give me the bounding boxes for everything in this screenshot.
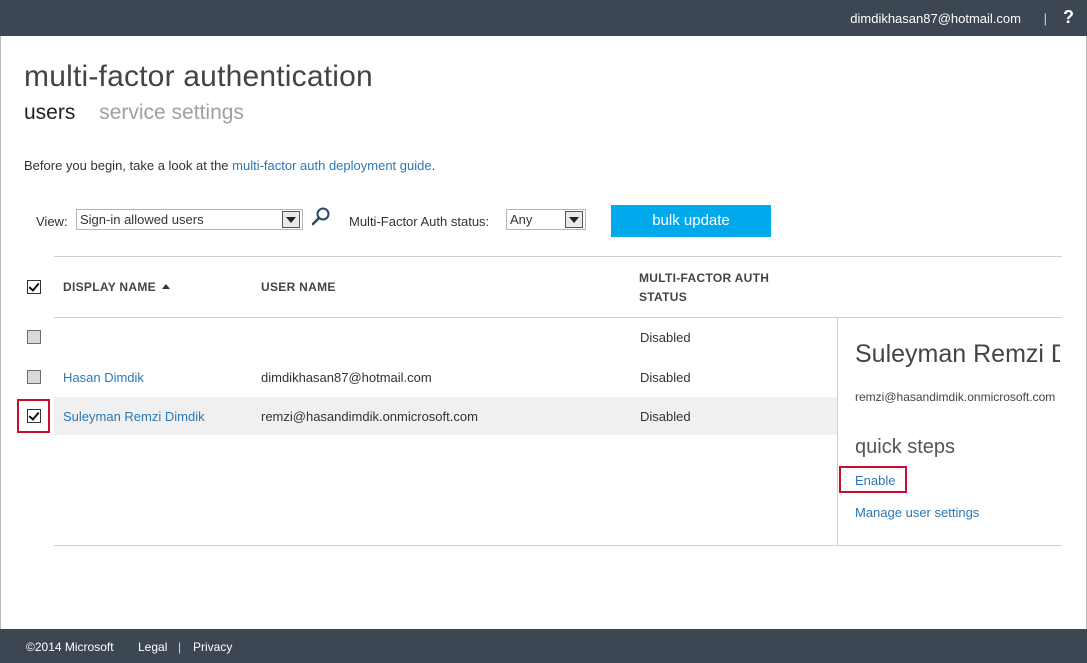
checkbox-highlight-box bbox=[17, 399, 50, 433]
row-display-name[interactable]: Hasan Dimdik bbox=[63, 370, 144, 385]
top-bar: dimdikhasan87@hotmail.com | ? bbox=[0, 0, 1087, 36]
row-mfa-status: Disabled bbox=[640, 409, 691, 424]
tab-service-settings[interactable]: service settings bbox=[99, 101, 244, 124]
column-header-user-name[interactable]: USER NAME bbox=[261, 280, 336, 294]
help-icon[interactable]: ? bbox=[1063, 7, 1074, 28]
intro-text: Before you begin, take a look at the mul… bbox=[24, 158, 435, 173]
row-checkbox[interactable] bbox=[27, 330, 41, 344]
row-checkbox[interactable] bbox=[27, 370, 41, 384]
privacy-link[interactable]: Privacy bbox=[193, 640, 232, 654]
display-name-header-label: DISPLAY NAME bbox=[63, 280, 156, 294]
mfa-status-label: Multi-Factor Auth status: bbox=[349, 214, 490, 229]
mfa-status-dropdown-value: Any bbox=[510, 212, 533, 227]
page-title: multi-factor authentication bbox=[24, 60, 373, 93]
copyright: ©2014 Microsoft bbox=[26, 640, 114, 654]
search-icon[interactable] bbox=[310, 206, 332, 228]
detail-panel-divider bbox=[837, 318, 838, 546]
account-name[interactable]: dimdikhasan87@hotmail.com bbox=[850, 11, 1021, 26]
deployment-guide-link[interactable]: multi-factor auth deployment guide bbox=[232, 158, 431, 173]
header-separator: | bbox=[1043, 11, 1047, 26]
row-user-name: dimdikhasan87@hotmail.com bbox=[261, 370, 432, 385]
sort-ascending-icon bbox=[161, 284, 170, 289]
mfa-header-line2: STATUS bbox=[639, 290, 688, 304]
footer-separator: | bbox=[178, 640, 182, 654]
intro-end: . bbox=[431, 158, 436, 173]
table-top-divider bbox=[54, 256, 1062, 257]
table-bottom-divider bbox=[54, 545, 1062, 546]
tab-bar: users service settings bbox=[24, 101, 244, 125]
tab-users[interactable]: users bbox=[24, 101, 75, 124]
row-mfa-status: Disabled bbox=[640, 370, 691, 385]
column-header-display-name[interactable]: DISPLAY NAME bbox=[63, 280, 170, 294]
footer: ©2014 Microsoft Legal | Privacy bbox=[0, 629, 1087, 663]
quick-steps-heading: quick steps bbox=[855, 436, 956, 458]
manage-user-settings-link[interactable]: Manage user settings bbox=[855, 505, 979, 520]
row-display-name[interactable]: Suleyman Remzi Dimdik bbox=[63, 409, 205, 424]
view-dropdown[interactable]: Sign-in allowed users bbox=[76, 209, 303, 230]
chevron-down-icon[interactable] bbox=[565, 211, 583, 228]
detail-user-name: Suleyman Remzi Dimdik bbox=[855, 340, 1060, 368]
mfa-header-line1: MULTI-FACTOR AUTH bbox=[639, 271, 770, 285]
chevron-down-icon[interactable] bbox=[282, 211, 300, 228]
view-label: View: bbox=[36, 214, 68, 229]
enable-highlight-box bbox=[839, 466, 907, 493]
bulk-update-button[interactable]: bulk update bbox=[611, 205, 771, 237]
table-header-divider bbox=[54, 317, 1062, 318]
column-header-mfa-status[interactable]: MULTI-FACTOR AUTH STATUS bbox=[639, 271, 769, 304]
mfa-status-dropdown[interactable]: Any bbox=[506, 209, 586, 230]
detail-user-email: remzi@hasandimdik.onmicrosoft.com bbox=[855, 390, 1056, 404]
page-frame bbox=[0, 0, 1087, 663]
row-mfa-status: Disabled bbox=[640, 330, 691, 345]
intro-prefix: Before you begin, take a look at the bbox=[24, 158, 233, 173]
row-user-name: remzi@hasandimdik.onmicrosoft.com bbox=[261, 409, 478, 424]
view-dropdown-value: Sign-in allowed users bbox=[80, 212, 204, 227]
select-all-checkbox[interactable] bbox=[27, 280, 41, 294]
legal-link[interactable]: Legal bbox=[138, 640, 167, 654]
